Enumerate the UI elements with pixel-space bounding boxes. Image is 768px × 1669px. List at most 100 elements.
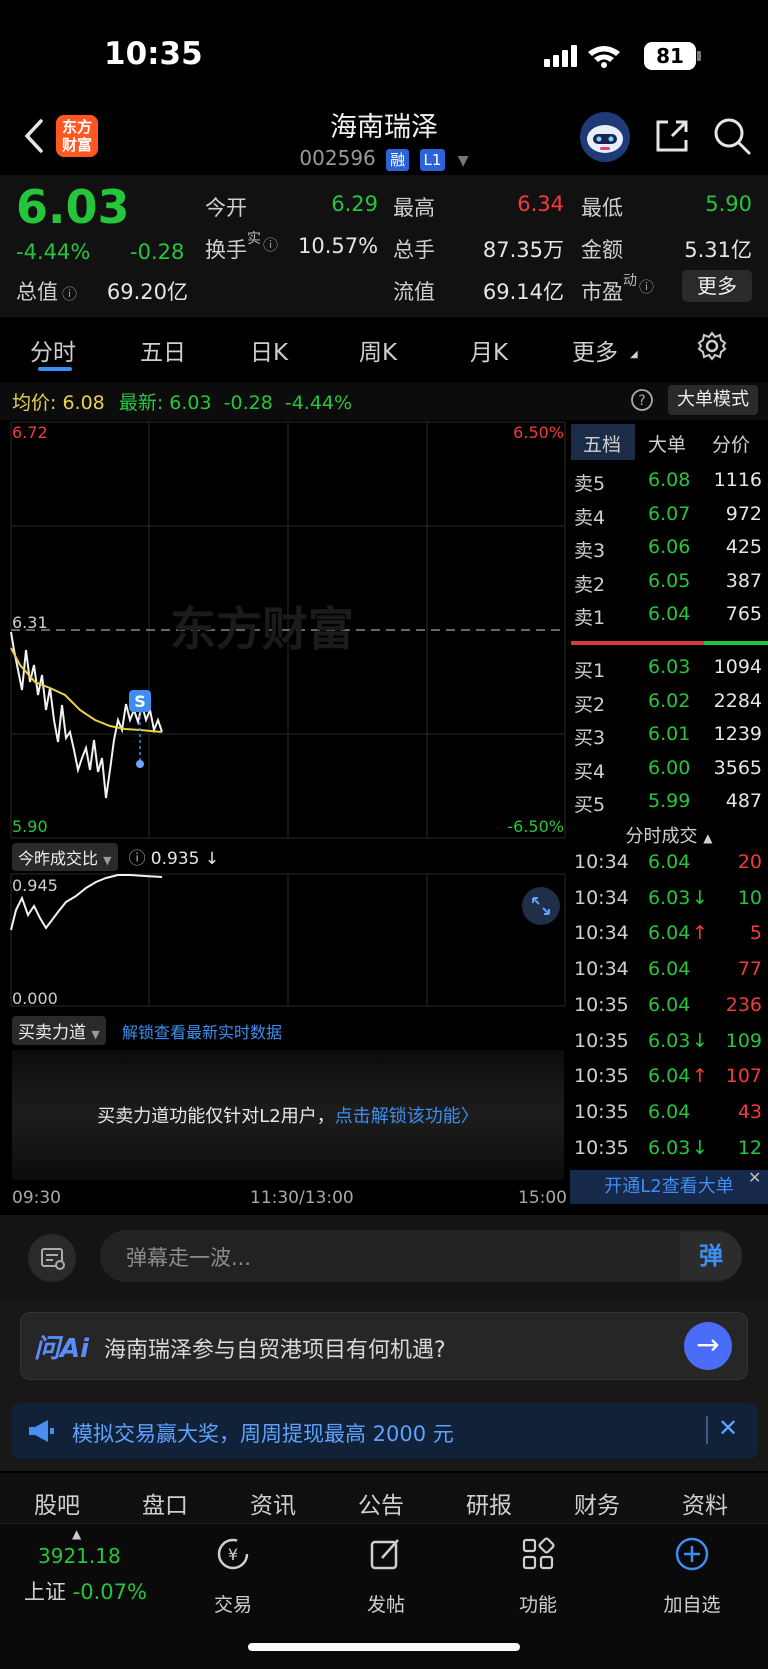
nav-post[interactable]: 发帖	[336, 1590, 436, 1617]
index-value[interactable]: 3921.18	[38, 1544, 121, 1568]
orderbook-divider-buy	[704, 641, 768, 645]
trade-row: 10:34 6.04 ↑ 5	[574, 922, 762, 945]
post-icon[interactable]	[336, 1534, 436, 1578]
big-order-mode-button[interactable]: 大单模式	[668, 385, 758, 415]
trade-icon[interactable]: ¥	[183, 1534, 283, 1578]
add-watchlist-icon[interactable]	[642, 1534, 742, 1578]
pct-axis-bottom: -6.50%	[507, 817, 564, 836]
ai-question[interactable]: 海南瑞泽参与自贸港项目有何机遇?	[104, 1332, 446, 1364]
volume-ratio-selector[interactable]: 今昨成交比 ▼	[12, 843, 118, 871]
section-tab-1[interactable]: 盘口	[142, 1486, 188, 1520]
trade-row: 10:35 6.03 ↓ 109	[574, 1029, 762, 1052]
bid-row[interactable]: 买3 6.01 1239	[574, 723, 764, 756]
ask-row[interactable]: 卖4 6.07 972	[574, 503, 764, 536]
tab-2[interactable]: 日K	[250, 333, 288, 367]
level-price: 6.05	[648, 569, 691, 592]
section-tab-0[interactable]: 股吧	[34, 1486, 80, 1520]
quote-value: 69.14亿	[482, 280, 564, 304]
index-row[interactable]: 上证 -0.07%	[24, 1576, 147, 1606]
section-tab-3[interactable]: 公告	[358, 1486, 404, 1520]
more-button[interactable]: 更多	[682, 270, 752, 302]
tab-big-orders[interactable]: 大单	[648, 430, 686, 457]
level-label: 买4	[574, 760, 606, 783]
help-icon[interactable]: ⓘ	[129, 849, 146, 869]
info-icon[interactable]: ⓘ	[263, 234, 278, 255]
ask-row[interactable]: 卖1 6.04 765	[574, 603, 764, 636]
bid-row[interactable]: 买5 5.99 487	[574, 790, 764, 823]
svg-text:?: ?	[638, 393, 645, 409]
close-icon[interactable]: ✕	[748, 1168, 761, 1187]
pct-axis-top: 6.50%	[513, 423, 564, 442]
l2-upgrade-banner[interactable]: 开通L2查看大单	[570, 1170, 768, 1204]
tab-price-distribution[interactable]: 分价	[712, 430, 750, 457]
last-price: 6.03	[16, 180, 130, 234]
quote-label-superscript: 实	[247, 231, 261, 247]
tab-3[interactable]: 周K	[359, 333, 397, 367]
close-icon[interactable]: ✕	[718, 1414, 738, 1442]
tab-five-levels[interactable]: 五档	[583, 430, 621, 457]
promo-separator	[706, 1416, 708, 1444]
trade-row: 10:34 6.03 ↓ 10	[574, 886, 762, 909]
level-price: 6.04	[648, 603, 691, 625]
ask-row[interactable]: 卖3 6.06 425	[574, 536, 764, 569]
info-icon[interactable]: ⓘ	[62, 285, 77, 303]
level-label: 卖5	[574, 473, 606, 495]
danmu-send-button[interactable]: 弹	[680, 1232, 742, 1280]
settings-gear-icon[interactable]	[696, 330, 728, 362]
volume-ratio-value: 0.935 ↓	[150, 849, 220, 869]
y-axis-bottom: 5.90	[12, 817, 48, 836]
share-icon[interactable]	[652, 116, 692, 156]
level-volume: 487	[725, 790, 762, 812]
level-label: 买1	[574, 660, 606, 682]
tab-0[interactable]: 分时	[30, 333, 76, 367]
tab-4[interactable]: 月K	[470, 333, 508, 367]
trade-direction-icon: ↓	[692, 1029, 708, 1052]
ask-row[interactable]: 卖2 6.05 387	[574, 570, 764, 603]
y-axis-mid: 6.31	[12, 613, 48, 632]
functions-icon[interactable]	[488, 1534, 588, 1578]
section-tab-5[interactable]: 财务	[574, 1486, 620, 1520]
section-tab-6[interactable]: 资料	[682, 1486, 728, 1520]
level-volume: 2284	[713, 689, 762, 712]
trade-row: 10:35 6.04 ↑ 107	[574, 1065, 762, 1088]
bid-row[interactable]: 买1 6.03 1094	[574, 656, 764, 689]
tab-1[interactable]: 五日	[140, 333, 186, 367]
quote-label: 换手	[205, 238, 247, 262]
section-tab-2[interactable]: 资讯	[250, 1486, 296, 1520]
unlock-link[interactable]: 解锁查看最新实时数据	[122, 1019, 282, 1043]
level-volume: 972	[725, 502, 762, 525]
level-price: 6.00	[648, 756, 691, 779]
trade-direction-icon: ↓	[692, 1136, 708, 1159]
buy-sell-power-selector[interactable]: 买卖力道 ▼	[12, 1016, 106, 1045]
ask-row[interactable]: 卖5 6.08 1116	[574, 469, 764, 502]
quote-value: 6.29	[331, 192, 378, 216]
unlock-feature-link[interactable]: 点击解锁该功能〉	[335, 1106, 479, 1127]
nav-functions[interactable]: 功能	[488, 1590, 588, 1617]
nav-add-watchlist[interactable]: 加自选	[642, 1590, 742, 1617]
level-volume: 3565	[713, 756, 762, 779]
level-label: 买5	[574, 794, 606, 816]
section-tab-4[interactable]: 研报	[466, 1486, 512, 1520]
locked-message[interactable]: 买卖力道功能仅针对L2用户，点击解锁该功能〉	[12, 1102, 564, 1128]
level-label: 卖2	[574, 573, 606, 596]
level-volume: 1094	[713, 656, 762, 678]
trades-title[interactable]: 分时成交 ▲	[570, 822, 768, 848]
promo-text[interactable]: 模拟交易赢大奖，周周提现最高 2000 元	[72, 1418, 454, 1448]
trade-row: 10:34 6.04 77	[574, 958, 762, 981]
danmu-settings-icon[interactable]	[28, 1234, 76, 1282]
expand-icon[interactable]	[522, 887, 560, 925]
status-time: 10:35	[104, 36, 203, 72]
quote-value: 5.90	[705, 192, 752, 216]
more-caret-icon: ◢	[630, 349, 638, 360]
bid-row[interactable]: 买2 6.02 2284	[574, 690, 764, 723]
change-pct: -4.44%	[16, 240, 91, 264]
help-icon[interactable]: ?	[630, 388, 654, 412]
tab-5[interactable]: 更多	[572, 333, 618, 367]
search-icon[interactable]	[712, 116, 752, 156]
nav-trade[interactable]: 交易	[183, 1590, 283, 1617]
level-volume: 765	[725, 603, 762, 625]
ai-go-arrow-icon[interactable]: →	[684, 1322, 732, 1370]
ai-logo: 问Ai	[34, 1334, 90, 1364]
assistant-robot-icon[interactable]	[580, 112, 630, 162]
bid-row[interactable]: 买4 6.00 3565	[574, 757, 764, 790]
